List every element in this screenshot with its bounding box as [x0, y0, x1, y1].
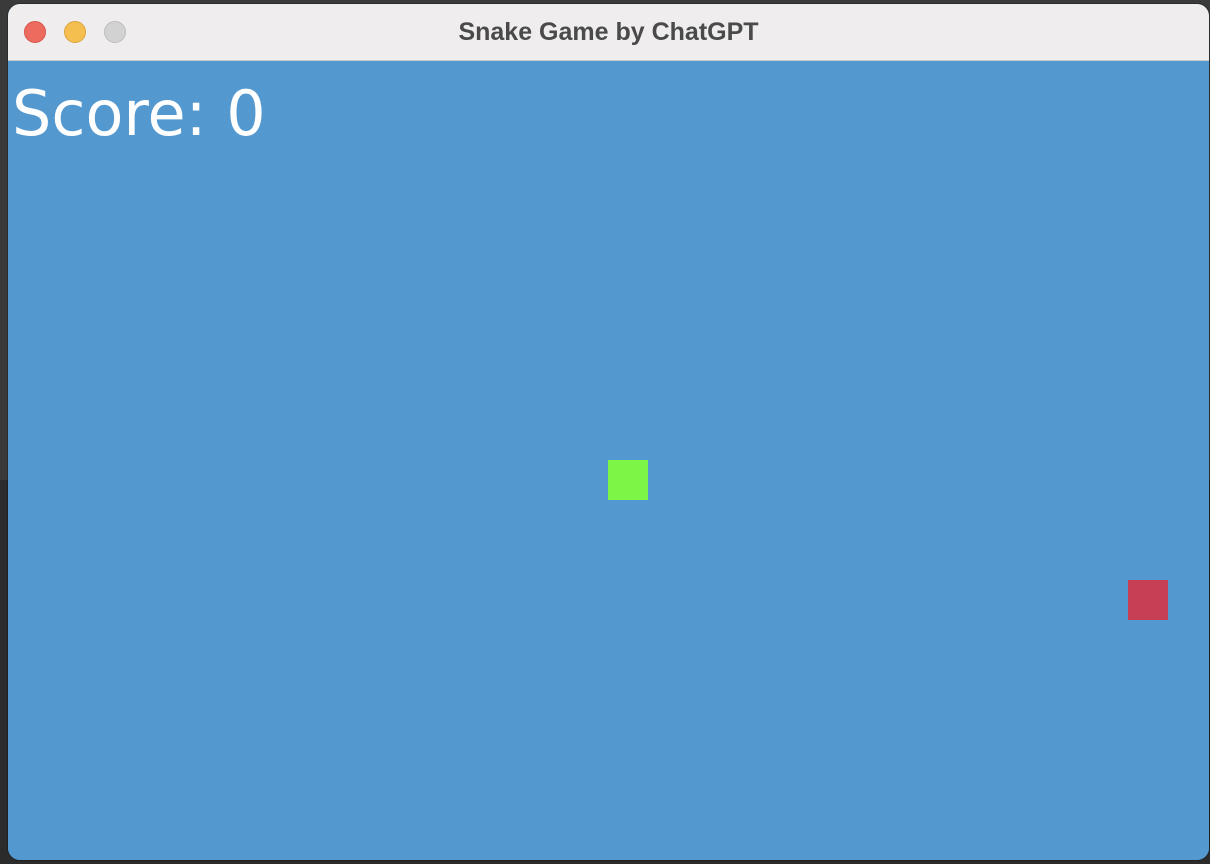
window-title: Snake Game by ChatGPT	[458, 18, 759, 46]
snake-head	[608, 460, 648, 500]
score-label: Score: 0	[12, 77, 266, 150]
title-bar[interactable]: Snake Game by ChatGPT	[8, 4, 1209, 61]
game-board[interactable]: Score: 0	[8, 61, 1209, 860]
game-window: Snake Game by ChatGPT Score: 0	[8, 4, 1209, 860]
food-item	[1128, 580, 1168, 620]
